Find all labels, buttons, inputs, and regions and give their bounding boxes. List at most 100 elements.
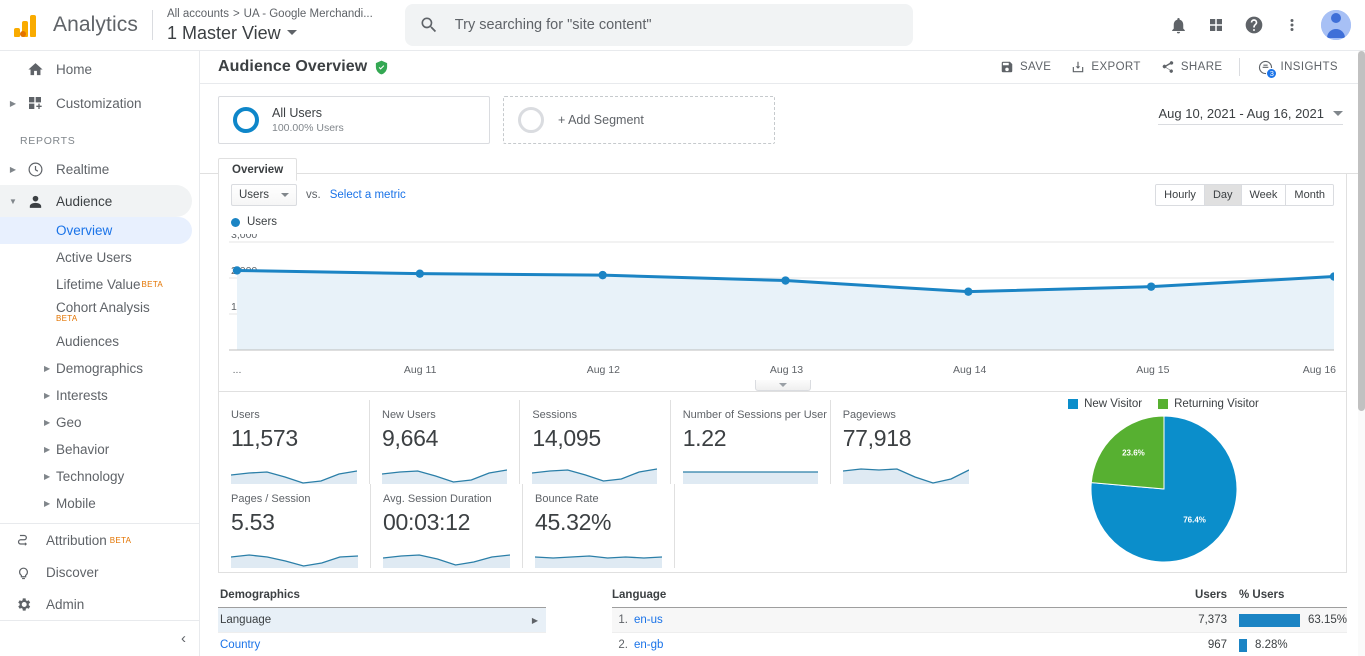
sidebar-item-mobile-label: Mobile [56,496,96,511]
expand-arrow-icon[interactable]: ▶ [44,472,50,481]
demographics-item-country[interactable]: Country [218,633,546,656]
page-scrollbar[interactable] [1358,51,1365,656]
row-language[interactable]: en-us [634,614,1157,626]
sidebar-item-audiences[interactable]: Audiences [0,328,200,355]
sidebar-item-interests[interactable]: ▶ Interests [0,382,200,409]
account-selector[interactable]: All accounts>UA - Google Merchandi... 1 … [167,7,373,44]
export-button[interactable]: EXPORT [1062,54,1149,80]
analytics-logo-icon [14,13,44,37]
sidebar-item-home[interactable]: Home [0,53,200,85]
avatar[interactable] [1321,10,1351,40]
metric-label: Pages / Session [231,492,358,506]
expand-arrow-icon[interactable]: ▶ [44,364,50,373]
expand-arrow-icon[interactable]: ▶ [44,418,50,427]
sidebar-item-overview-label: Overview [56,223,112,238]
expand-arrow-icon[interactable]: ▶ [44,391,50,400]
segment-row: All Users 100.00% Users + Add Segment Au… [200,84,1365,144]
legend-color-swatch [231,218,240,227]
sparkline [532,457,657,484]
pie-chart-svg[interactable]: 76.4%23.6% [1089,414,1239,564]
sidebar-item-lifetime-value[interactable]: Lifetime Value BETA [0,271,200,298]
collapse-sidebar-button[interactable]: ‹ [0,620,200,656]
sidebar-item-realtime[interactable]: ▶ Realtime [0,153,200,185]
more-options-icon[interactable] [1275,8,1309,42]
insights-label: INSIGHTS [1280,61,1338,73]
save-label: SAVE [1020,61,1051,73]
sidebar-item-demographics[interactable]: ▶ Demographics [0,355,200,382]
share-button[interactable]: SHARE [1152,54,1232,80]
table-row[interactable]: 2. en-gb 967 8.28% [612,633,1347,656]
metric-card-sessions[interactable]: Sessions 14,095 [520,400,670,484]
metric-card-new-users[interactable]: New Users 9,664 [370,400,520,484]
add-segment-button[interactable]: + Add Segment [503,96,775,144]
segment-all-users[interactable]: All Users 100.00% Users [218,96,490,144]
date-range-picker[interactable]: Aug 10, 2021 - Aug 16, 2021 [1158,106,1343,125]
users-line-chart[interactable]: 1,0002,0003,000 [229,234,1336,364]
sidebar-item-admin[interactable]: Admin [0,588,200,620]
metric-card-pages-per-session[interactable]: Pages / Session 5.53 [219,484,371,568]
svg-text:3,000: 3,000 [231,234,257,241]
view-name-dropdown[interactable]: 1 Master View [167,22,373,44]
actions-divider [1239,58,1240,76]
sidebar-item-audience[interactable]: ▼ Audience [0,185,192,217]
customization-icon [22,95,48,111]
sidebar-item-active-users[interactable]: Active Users [0,244,200,271]
granularity-hourly[interactable]: Hourly [1156,185,1205,205]
search-bar[interactable] [405,4,913,46]
chart-collapse-handle[interactable] [755,380,811,391]
sidebar-item-active-users-label: Active Users [56,250,132,265]
expand-arrow-icon[interactable]: ▶ [4,165,22,174]
granularity-month[interactable]: Month [1286,185,1333,205]
help-icon[interactable] [1237,8,1271,42]
sidebar-item-attribution[interactable]: Attribution BETA [0,524,200,556]
sidebar-item-technology[interactable]: ▶ Technology [0,463,200,490]
row-language[interactable]: en-gb [634,639,1157,651]
sidebar-item-behavior[interactable]: ▶ Behavior [0,436,200,463]
sparkline [382,457,507,484]
demographics-item-language[interactable]: Language ▶ [218,608,546,633]
sidebar-item-geo[interactable]: ▶ Geo [0,409,200,436]
notifications-bell-icon[interactable] [1161,8,1195,42]
sidebar-item-discover[interactable]: Discover [0,556,200,588]
demographics-list: Demographics Language ▶ Country [218,585,546,656]
metric-select[interactable]: Users [231,184,297,206]
sidebar-item-customization[interactable]: ▶ Customization [0,87,200,119]
expand-arrow-icon[interactable]: ▶ [44,499,50,508]
metric-value: 14,095 [532,422,657,454]
save-button[interactable]: SAVE [991,54,1060,80]
sidebar-item-cohort-analysis[interactable]: Cohort Analysis BETA [0,298,200,328]
metric-card-bounce-rate[interactable]: Bounce Rate 45.32% [523,484,675,568]
chevron-down-icon [1333,111,1343,116]
pie-legend-new-visitor[interactable]: New Visitor [1068,398,1142,410]
pie-legend-returning-visitor[interactable]: Returning Visitor [1158,398,1259,410]
apps-grid-icon[interactable] [1199,8,1233,42]
scrollbar-thumb[interactable] [1358,51,1365,411]
chevron-left-icon: ‹ [181,630,186,647]
metric-value: 1.22 [683,422,818,454]
sparkline-svg [683,457,818,484]
legend-color-swatch [1068,399,1078,409]
insights-button[interactable]: 3 INSIGHTS [1248,53,1347,82]
granularity-day[interactable]: Day [1205,185,1242,205]
row-users: 7,373 [1157,614,1227,626]
select-a-metric-link[interactable]: Select a metric [330,189,406,201]
page-header: Audience Overview SAVE EXPORT SHARE 3 [200,51,1365,84]
metric-card-sessions-per-user[interactable]: Number of Sessions per User 1.22 [671,400,831,484]
breadcrumb-account: All accounts [167,8,229,20]
metric-label: Sessions [532,408,657,422]
granularity-week[interactable]: Week [1242,185,1287,205]
expand-arrow-icon[interactable]: ▶ [44,445,50,454]
metric-card-users[interactable]: Users 11,573 [219,400,370,484]
collapse-arrow-icon[interactable]: ▼ [4,197,22,206]
sidebar-item-overview[interactable]: Overview [0,217,192,244]
search-input[interactable] [453,16,899,34]
chevron-down-icon [779,383,787,387]
sparkline [843,457,969,484]
expand-arrow-icon[interactable]: ▶ [4,99,22,108]
metric-label: Number of Sessions per User [683,408,818,422]
segment-name: All Users [272,106,344,121]
table-row[interactable]: 1. en-us 7,373 63.15% [612,608,1347,633]
column-header-users: Users [1157,589,1227,601]
metric-card-avg-session-duration[interactable]: Avg. Session Duration 00:03:12 [371,484,523,568]
metric-card-pageviews[interactable]: Pageviews 77,918 [831,400,981,484]
